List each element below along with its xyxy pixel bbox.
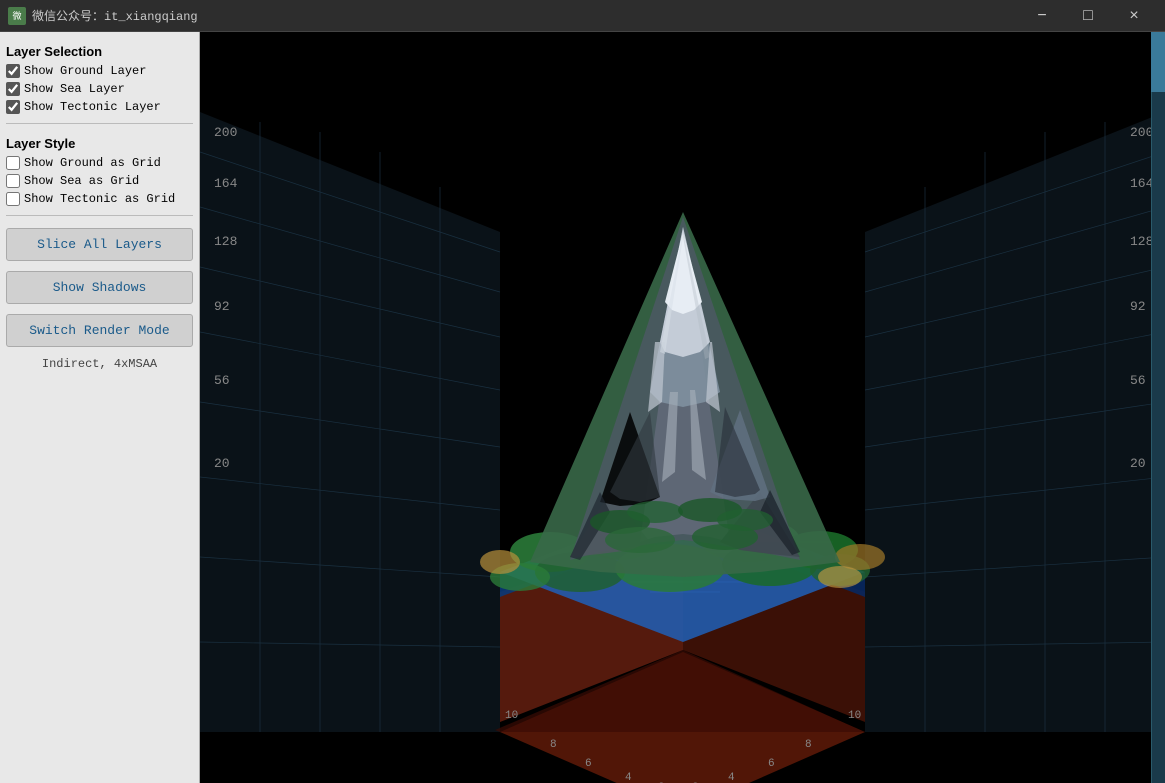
slice-all-layers-button[interactable]: Slice All Layers: [6, 228, 193, 261]
svg-text:8: 8: [550, 739, 557, 751]
show-ground-layer-row[interactable]: Show Ground Layer: [6, 63, 193, 79]
svg-text:8: 8: [805, 739, 812, 751]
svg-text:6: 6: [768, 758, 775, 770]
show-sea-as-grid-checkbox[interactable]: [6, 174, 20, 188]
show-ground-as-grid-label: Show Ground as Grid: [24, 156, 161, 170]
show-tectonic-layer-row[interactable]: Show Tectonic Layer: [6, 99, 193, 115]
show-tectonic-as-grid-label: Show Tectonic as Grid: [24, 192, 175, 206]
vertical-scrollbar[interactable]: [1151, 32, 1165, 783]
svg-text:128: 128: [1130, 234, 1153, 249]
show-tectonic-as-grid-checkbox[interactable]: [6, 192, 20, 206]
terrain-scene: 200 164 128 92 56 20 200 164 128 92 56 2…: [200, 32, 1165, 783]
divider-1: [6, 123, 193, 124]
svg-text:92: 92: [214, 299, 230, 314]
show-sea-layer-checkbox[interactable]: [6, 82, 20, 96]
svg-text:92: 92: [1130, 299, 1146, 314]
svg-text:200: 200: [1130, 125, 1153, 140]
titlebar: 微 微信公众号：it_xiangqiang − □ ×: [0, 0, 1165, 32]
scene-container: 200 164 128 92 56 20 200 164 128 92 56 2…: [200, 32, 1165, 783]
show-shadows-button[interactable]: Show Shadows: [6, 271, 193, 304]
show-ground-as-grid-checkbox[interactable]: [6, 156, 20, 170]
render-mode-status: Indirect, 4xMSAA: [6, 353, 193, 375]
show-ground-layer-label: Show Ground Layer: [24, 64, 146, 78]
minimize-button[interactable]: −: [1019, 0, 1065, 32]
svg-text:4: 4: [728, 772, 735, 783]
layer-selection-heading: Layer Selection: [6, 44, 193, 59]
maximize-button[interactable]: □: [1065, 0, 1111, 32]
svg-text:10: 10: [848, 710, 861, 722]
divider-2: [6, 215, 193, 216]
layer-style-heading: Layer Style: [6, 136, 193, 151]
scrollbar-thumb[interactable]: [1151, 32, 1165, 92]
show-ground-as-grid-row[interactable]: Show Ground as Grid: [6, 155, 193, 171]
show-sea-layer-row[interactable]: Show Sea Layer: [6, 81, 193, 97]
titlebar-title: 微信公众号：it_xiangqiang: [32, 7, 1019, 24]
svg-text:164: 164: [214, 176, 238, 191]
svg-text:6: 6: [585, 758, 592, 770]
show-sea-as-grid-label: Show Sea as Grid: [24, 174, 139, 188]
close-button[interactable]: ×: [1111, 0, 1157, 32]
show-sea-layer-label: Show Sea Layer: [24, 82, 125, 96]
left-panel: Layer Selection Show Ground Layer Show S…: [0, 32, 200, 783]
svg-text:10: 10: [505, 710, 518, 722]
show-tectonic-layer-checkbox[interactable]: [6, 100, 20, 114]
show-ground-layer-checkbox[interactable]: [6, 64, 20, 78]
show-tectonic-as-grid-row[interactable]: Show Tectonic as Grid: [6, 191, 193, 207]
svg-text:200: 200: [214, 125, 237, 140]
window-controls: − □ ×: [1019, 0, 1157, 32]
main-layout: Layer Selection Show Ground Layer Show S…: [0, 32, 1165, 783]
svg-text:20: 20: [1130, 456, 1146, 471]
3d-viewport[interactable]: 200 164 128 92 56 20 200 164 128 92 56 2…: [200, 32, 1165, 783]
show-tectonic-layer-label: Show Tectonic Layer: [24, 100, 161, 114]
svg-text:4: 4: [625, 772, 632, 783]
svg-text:128: 128: [214, 234, 237, 249]
svg-text:56: 56: [1130, 373, 1146, 388]
app-icon: 微: [8, 7, 26, 25]
svg-text:56: 56: [214, 373, 230, 388]
show-sea-as-grid-row[interactable]: Show Sea as Grid: [6, 173, 193, 189]
svg-text:20: 20: [214, 456, 230, 471]
switch-render-mode-button[interactable]: Switch Render Mode: [6, 314, 193, 347]
